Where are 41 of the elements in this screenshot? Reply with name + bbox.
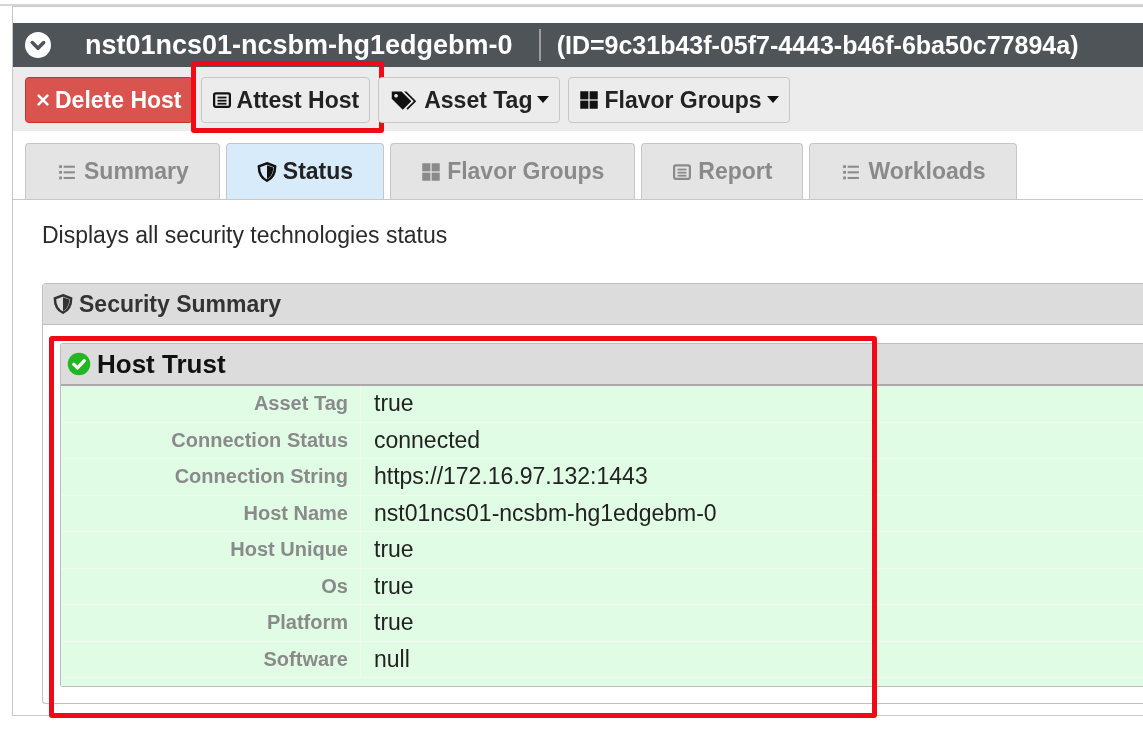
tab[interactable]: Workloads	[809, 143, 1017, 199]
field-value: true	[373, 572, 415, 600]
grid-icon	[579, 90, 600, 110]
caret-icon	[537, 96, 550, 104]
tab[interactable]: Report	[641, 143, 804, 199]
field-value: nst01ncs01-ncsbm-hg1edgebm-0	[373, 499, 718, 527]
attest-button[interactable]: Attest Host	[200, 77, 371, 123]
field-value: true	[373, 390, 415, 418]
field-label: Os	[61, 568, 361, 604]
field-value: null	[373, 645, 411, 673]
close-icon	[36, 93, 50, 107]
asset-tag-button[interactable]: Asset Tag	[378, 77, 561, 123]
field-label: Platform	[61, 605, 361, 641]
caret-icon	[766, 96, 779, 104]
grid-icon	[421, 161, 442, 182]
tab[interactable]: Status	[225, 143, 385, 199]
delete-button[interactable]: Delete Host	[25, 77, 193, 123]
field-value: true	[373, 609, 415, 637]
field-label: Software	[61, 641, 361, 677]
panel-title: Host Trust	[97, 348, 226, 380]
field-label: Connection Status	[61, 422, 361, 458]
field-value: connected	[373, 426, 482, 454]
field-value: true	[373, 536, 415, 564]
shield-icon	[256, 160, 277, 183]
flavor-groups-button[interactable]: Flavor Groups	[568, 77, 790, 123]
chevron-down-icon	[25, 32, 51, 58]
description-text: Displays all security technologies status	[42, 222, 449, 249]
panel-title: Security Summary	[79, 290, 281, 318]
field-label: Asset Tag	[61, 386, 361, 422]
list-icon	[56, 162, 78, 181]
field-value: https://172.16.97.132:1443	[373, 463, 649, 491]
field-label: Host Unique	[61, 532, 361, 568]
field-label: Connection String	[61, 459, 361, 495]
field-label: Host Name	[61, 495, 361, 531]
list-icon	[211, 91, 232, 109]
list-icon	[672, 162, 693, 181]
host-title: nst01ncs01-ncsbm-hg1edgebm-0	[85, 29, 513, 61]
host-id: (ID=9c31b43f-05f7-4443-b46f-6ba50c77894a)	[556, 30, 1079, 60]
shield-icon	[53, 293, 73, 315]
tab[interactable]: Flavor Groups	[390, 143, 636, 199]
tab[interactable]: Summary	[25, 143, 220, 199]
